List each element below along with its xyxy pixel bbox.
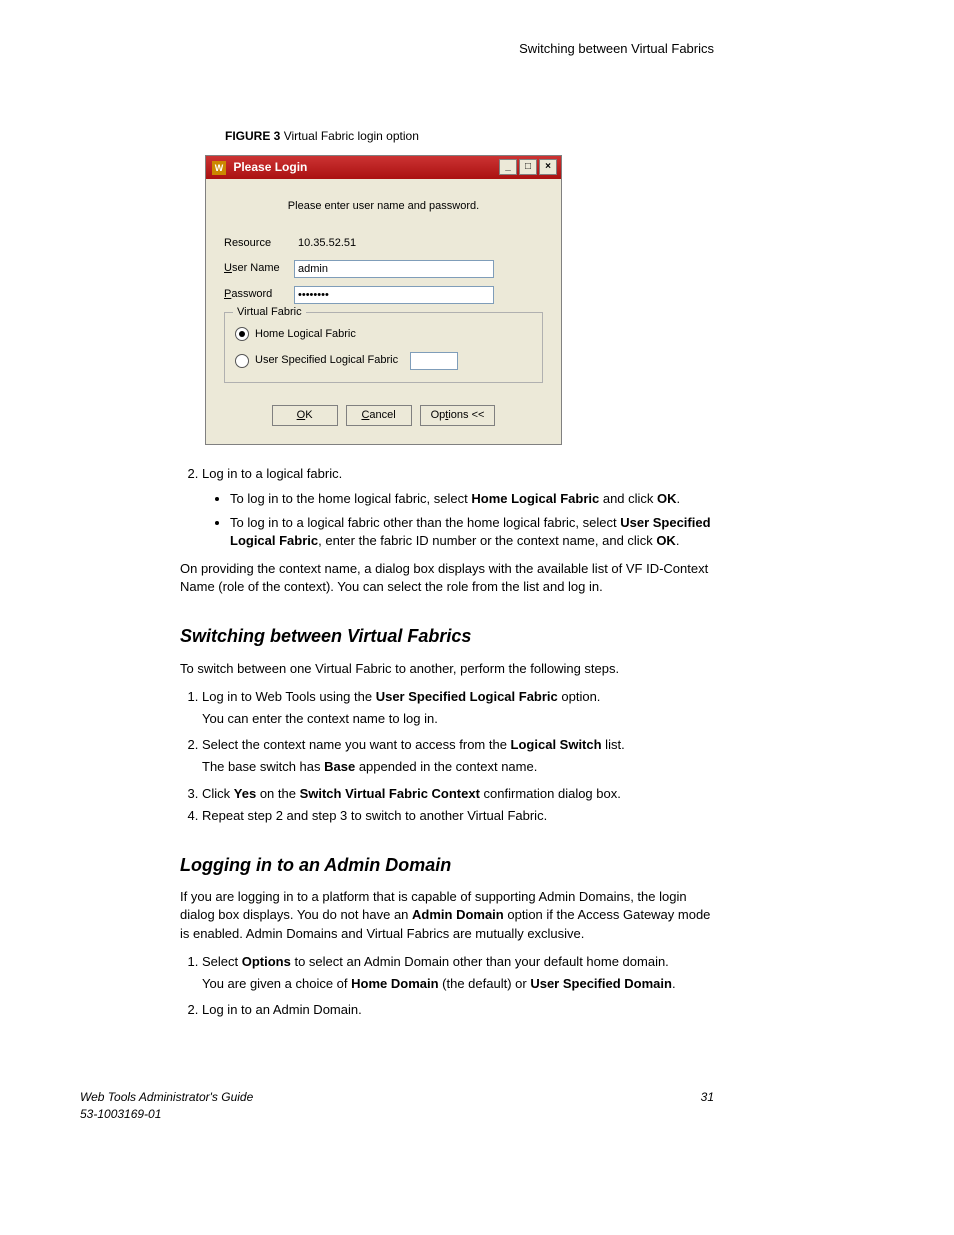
minimize-icon[interactable]: _ — [499, 159, 517, 175]
footer-doc-number: 53-1003169-01 — [80, 1106, 253, 1123]
radio-unselected-icon — [235, 354, 249, 368]
username-input[interactable] — [294, 260, 494, 278]
resource-label: Resource — [224, 236, 294, 251]
dialog-prompt: Please enter user name and password. — [224, 199, 543, 214]
cancel-button[interactable]: Cancel — [346, 405, 412, 426]
login-dialog-figure: W Please Login _ □ × Please enter user n… — [205, 155, 714, 445]
username-row: User Name — [224, 260, 543, 278]
admin-step-1-note: You are given a choice of Home Domain (t… — [202, 975, 714, 993]
ok-button[interactable]: OK — [272, 405, 338, 426]
dialog-titlebar: W Please Login _ □ × — [206, 156, 561, 179]
options-button[interactable]: Options << — [420, 405, 496, 426]
radio-selected-icon — [235, 327, 249, 341]
password-input[interactable] — [294, 286, 494, 304]
maximize-icon[interactable]: □ — [519, 159, 537, 175]
app-icon: W — [212, 161, 226, 175]
radio-user-label: User Specified Logical Fabric — [255, 353, 398, 368]
step-2-bullet-2: To log in to a logical fabric other than… — [230, 514, 714, 550]
switch-step-2: Select the context name you want to acce… — [202, 736, 714, 776]
switch-step-1: Log in to Web Tools using the User Speci… — [202, 688, 714, 728]
footer-page-number: 31 — [701, 1089, 714, 1123]
switching-steps: Log in to Web Tools using the User Speci… — [180, 688, 714, 825]
switching-intro: To switch between one Virtual Fabric to … — [180, 660, 714, 678]
footer-doc-title: Web Tools Administrator's Guide — [80, 1089, 253, 1106]
section-heading-admin-domain: Logging in to an Admin Domain — [180, 853, 714, 878]
resource-value: 10.35.52.51 — [294, 236, 356, 251]
dialog-title: Please Login — [233, 160, 307, 174]
radio-home-label: Home Logical Fabric — [255, 327, 356, 342]
virtual-fabric-group: Virtual Fabric Home Logical Fabric User … — [224, 312, 543, 383]
password-label: Password — [224, 287, 294, 302]
figure-label: FIGURE 3 — [225, 129, 280, 143]
step-2-sublist: To log in to the home logical fabric, se… — [202, 490, 714, 551]
close-icon[interactable]: × — [539, 159, 557, 175]
running-header: Switching between Virtual Fabrics — [80, 40, 714, 58]
admin-intro: If you are logging in to a platform that… — [180, 888, 714, 943]
switch-step-2-note: The base switch has Base appended in the… — [202, 758, 714, 776]
step-2-bullet-1: To log in to the home logical fabric, se… — [230, 490, 714, 508]
radio-user-specified-fabric[interactable]: User Specified Logical Fabric — [235, 352, 532, 370]
admin-steps: Select Options to select an Admin Domain… — [180, 953, 714, 1020]
password-row: Password — [224, 286, 543, 304]
step-2: Log in to a logical fabric. To log in to… — [202, 465, 714, 550]
virtual-fabric-legend: Virtual Fabric — [233, 305, 306, 320]
page-footer: Web Tools Administrator's Guide 53-10031… — [80, 1089, 714, 1123]
admin-step-2: Log in to an Admin Domain. — [202, 1001, 714, 1019]
figure-caption: FIGURE 3 Virtual Fabric login option — [225, 128, 714, 145]
admin-step-1: Select Options to select an Admin Domain… — [202, 953, 714, 993]
resource-row: Resource 10.35.52.51 — [224, 236, 543, 251]
step-list-login: Log in to a logical fabric. To log in to… — [180, 465, 714, 550]
radio-home-logical-fabric[interactable]: Home Logical Fabric — [235, 327, 532, 342]
fabric-id-input[interactable] — [410, 352, 458, 370]
context-note-paragraph: On providing the context name, a dialog … — [180, 560, 714, 596]
switch-step-1-note: You can enter the context name to log in… — [202, 710, 714, 728]
figure-title: Virtual Fabric login option — [284, 129, 419, 143]
username-label: User Name — [224, 261, 294, 276]
switch-step-3: Click Yes on the Switch Virtual Fabric C… — [202, 785, 714, 803]
login-dialog: W Please Login _ □ × Please enter user n… — [205, 155, 562, 445]
section-heading-switching: Switching between Virtual Fabrics — [180, 624, 714, 649]
switch-step-4: Repeat step 2 and step 3 to switch to an… — [202, 807, 714, 825]
step-2-text: Log in to a logical fabric. — [202, 466, 342, 481]
